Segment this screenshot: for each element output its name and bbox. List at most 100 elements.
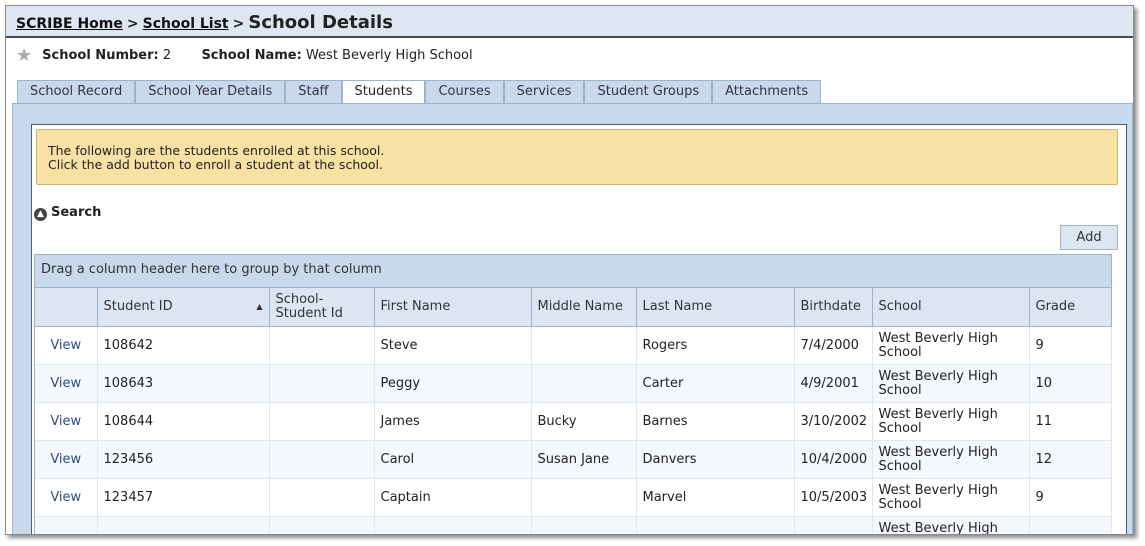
cell-ssid — [269, 364, 375, 403]
table-row: View 108643 Peggy Carter 4/9/2001 West Beverl… — [35, 364, 1112, 403]
cell-middle — [531, 516, 637, 534]
breadcrumb-home-link[interactable]: SCRIBE Home — [16, 16, 123, 32]
column-header-first-name[interactable]: First Name — [374, 288, 532, 327]
column-header-label: School — [878, 299, 922, 314]
cell-last — [636, 516, 795, 534]
cell-grade: 12 — [1029, 440, 1112, 479]
table-cell — [35, 516, 98, 534]
cell-first: Steve — [374, 326, 532, 365]
column-header-label: Grade — [1035, 299, 1076, 314]
school-name-value: West Beverly High School — [305, 48, 473, 63]
column-header-student-id[interactable]: Student ID ▲ — [97, 288, 270, 327]
add-button[interactable]: Add — [1060, 225, 1118, 250]
column-header-grade[interactable]: Grade — [1029, 288, 1112, 327]
star-icon[interactable]: ★ — [16, 45, 34, 66]
breadcrumb-school-list-link[interactable]: School List — [143, 16, 229, 32]
cell-birth: 10/5/2003 — [794, 478, 873, 517]
cell-school: West Beverly High School — [872, 402, 1030, 441]
students-table: Student ID ▲ School-Student Id First Name Mi… — [35, 288, 1112, 534]
cell-middle — [531, 326, 637, 365]
breadcrumb-separator: > — [232, 16, 245, 32]
window-frame: SCRIBE Home > School List > School Details ★… — [5, 5, 1134, 535]
cell-school: West Beverly High School — [872, 478, 1030, 517]
cell-id: 108642 — [97, 326, 270, 365]
cell-birth — [794, 516, 873, 534]
cell-id: 123457 — [97, 478, 270, 517]
column-header-label: School-Student Id — [275, 292, 343, 321]
group-by-panel[interactable]: Drag a column header here to group by th… — [35, 255, 1111, 288]
cell-grade: 10 — [1029, 364, 1112, 403]
school-name-label: School Name: — [201, 48, 302, 63]
tab-attachments[interactable]: Attachments — [712, 80, 822, 103]
column-header-school-student-id[interactable]: School-Student Id — [269, 288, 375, 327]
cell-school: West Beverly High School — [872, 326, 1030, 365]
column-header-school[interactable]: School — [872, 288, 1030, 327]
tab-services[interactable]: Services — [503, 80, 585, 103]
cell-ssid — [269, 402, 375, 441]
view-link[interactable]: View — [35, 402, 98, 441]
tab-courses[interactable]: Courses — [425, 80, 504, 103]
cell-first: James — [374, 402, 532, 441]
cell-middle — [531, 364, 637, 403]
cell-first — [374, 516, 532, 534]
tab-students[interactable]: Students — [341, 80, 426, 105]
notice-line-2: Click the add button to enroll a student… — [48, 157, 383, 172]
cell-ssid — [269, 478, 375, 517]
column-header-middle-name[interactable]: Middle Name — [531, 288, 637, 327]
cell-last: Barnes — [636, 402, 795, 441]
view-link[interactable]: View — [35, 326, 98, 365]
column-header-actions[interactable] — [35, 288, 98, 327]
cell-school: West Beverly High School — [872, 364, 1030, 403]
tab-staff[interactable]: Staff — [285, 80, 342, 103]
cell-id: 108643 — [97, 364, 270, 403]
tab-school-record[interactable]: School Record — [17, 80, 136, 103]
cell-last: Danvers — [636, 440, 795, 479]
cell-middle: Susan Jane — [531, 440, 637, 479]
notice-line-1: The following are the students enrolled … — [48, 143, 385, 158]
search-label: Search — [51, 205, 102, 220]
cell-id — [97, 516, 270, 534]
cell-school: West Beverly High School — [872, 516, 1030, 534]
table-row: View 123457 Captain Marvel 10/5/2003 West Bev… — [35, 478, 1112, 517]
tab-school-year-details[interactable]: School Year Details — [135, 80, 286, 103]
cell-grade: 11 — [1029, 402, 1112, 441]
view-link[interactable]: View — [35, 364, 98, 403]
page-title: School Details — [248, 12, 393, 33]
column-header-label: Birthdate — [800, 299, 862, 314]
title-bar: SCRIBE Home > School List > School Details — [6, 6, 1133, 38]
breadcrumb-separator: > — [126, 16, 139, 32]
students-content: The following are the students enrolled … — [31, 124, 1127, 534]
cell-middle — [531, 478, 637, 517]
column-header-last-name[interactable]: Last Name — [636, 288, 795, 327]
cell-last: Marvel — [636, 478, 795, 517]
view-link[interactable]: View — [35, 440, 98, 479]
table-row: View 123456 Carol Susan Jane Danvers 10/4/200… — [35, 440, 1112, 479]
cell-last: Rogers — [636, 326, 795, 365]
cell-birth: 3/10/2002 — [794, 402, 873, 441]
cell-grade: 9 — [1029, 326, 1112, 365]
column-header-birthdate[interactable]: Birthdate — [794, 288, 873, 327]
school-info: ★ School Number: 2 School Name: West Bev… — [16, 45, 473, 66]
cell-birth: 7/4/2000 — [794, 326, 873, 365]
tab-panel: The following are the students enrolled … — [12, 103, 1133, 534]
cell-first: Peggy — [374, 364, 532, 403]
search-toggle[interactable]: ▲ Search — [34, 205, 101, 221]
cell-grade: 9 — [1029, 478, 1112, 517]
cell-last: Carter — [636, 364, 795, 403]
breadcrumb: SCRIBE Home > School List > School Details — [16, 12, 393, 33]
view-link[interactable]: View — [35, 478, 98, 517]
cell-middle: Bucky — [531, 402, 637, 441]
cell-grade — [1029, 516, 1112, 534]
cell-school: West Beverly High School — [872, 440, 1030, 479]
tab-student-groups[interactable]: Student Groups — [584, 80, 713, 103]
cell-ssid — [269, 440, 375, 479]
cell-id: 108644 — [97, 402, 270, 441]
table-row: West Beverly High School — [35, 516, 1112, 534]
collapse-circle-icon: ▲ — [34, 208, 47, 221]
school-number-value: 2 — [162, 48, 172, 63]
students-grid: Drag a column header here to group by th… — [34, 254, 1112, 534]
cell-ssid — [269, 326, 375, 365]
cell-first: Carol — [374, 440, 532, 479]
column-header-label: First Name — [380, 299, 451, 314]
cell-birth: 4/9/2001 — [794, 364, 873, 403]
